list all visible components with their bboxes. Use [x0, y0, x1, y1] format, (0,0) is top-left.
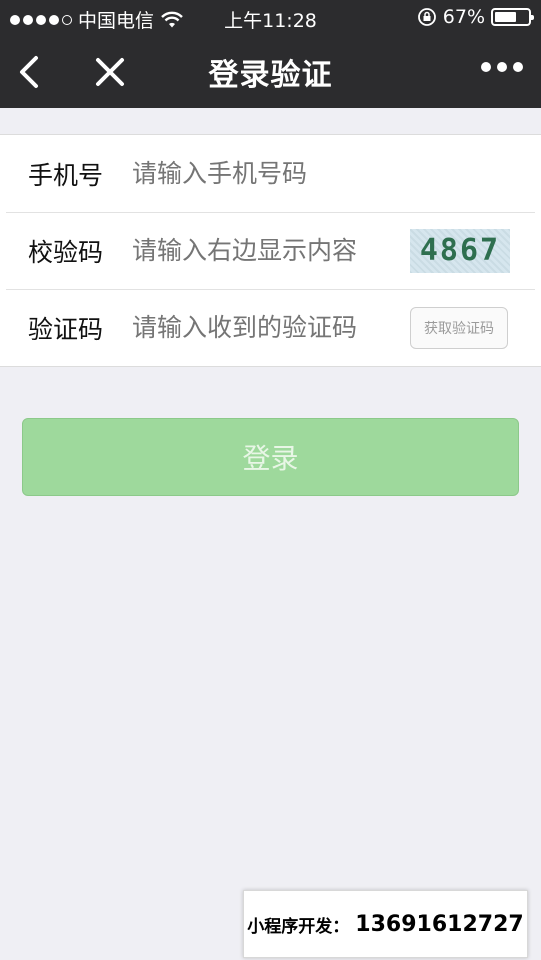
captcha-row: 校验码 4867: [0, 212, 541, 289]
page-title: 登录验证: [208, 58, 333, 93]
captcha-label: 校验码: [28, 237, 104, 267]
phone-label: 手机号: [28, 160, 104, 190]
captcha-image[interactable]: 4867: [410, 228, 510, 273]
sms-code-label: 验证码: [28, 314, 104, 344]
battery-icon: [491, 8, 534, 26]
promo-phone: 13691612727: [355, 911, 524, 937]
more-dots-icon[interactable]: [481, 62, 523, 72]
phone-input[interactable]: [132, 159, 390, 188]
rotation-lock-icon: [417, 8, 436, 26]
battery-percent: 67%: [442, 6, 485, 28]
captcha-input[interactable]: [132, 236, 390, 265]
login-form: 手机号 校验码 4867 验证码 获取验证码: [0, 134, 541, 367]
sms-code-input[interactable]: [132, 313, 390, 342]
phone-row: 手机号: [0, 135, 541, 212]
promo-label: 小程序开发：: [247, 916, 350, 937]
status-bar: 中国电信 上午11:28 67%: [0, 0, 541, 36]
nav-bar: 登录验证: [0, 36, 541, 108]
sms-code-row: 验证码 获取验证码: [0, 289, 541, 366]
promo-banner: 小程序开发： 13691612727: [243, 890, 528, 958]
login-button[interactable]: 登录: [22, 418, 519, 496]
top-bar: 中国电信 上午11:28 67% 登录验证: [0, 0, 541, 108]
captcha-text: 4867: [419, 233, 501, 268]
get-code-button[interactable]: 获取验证码: [410, 306, 508, 349]
